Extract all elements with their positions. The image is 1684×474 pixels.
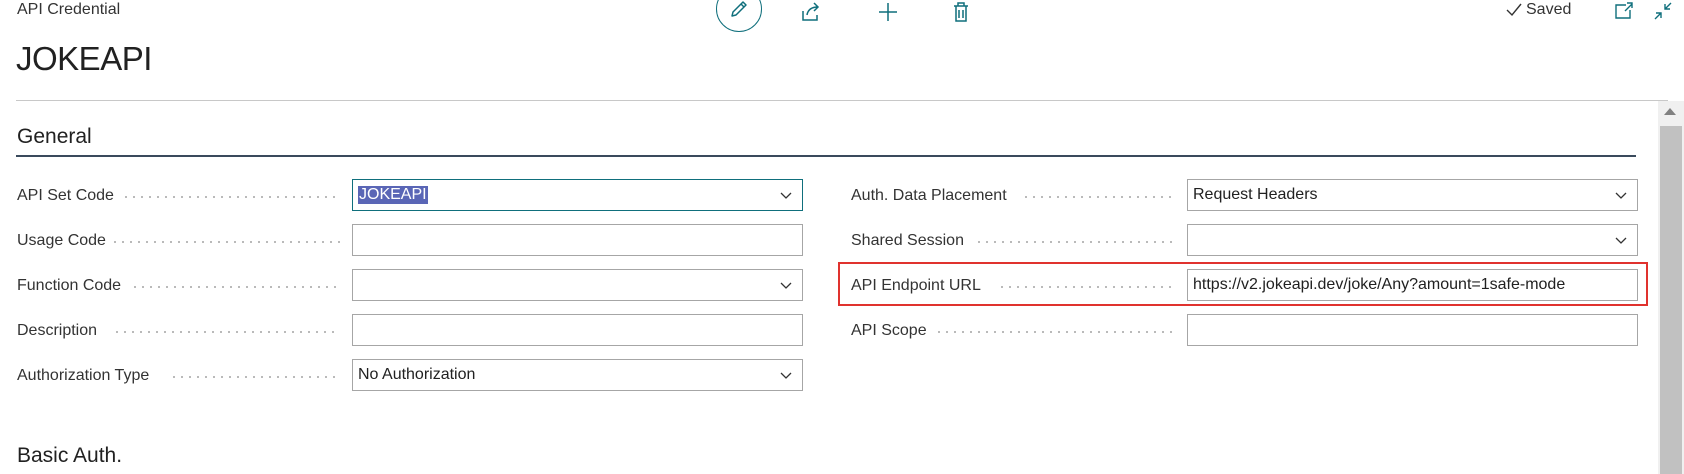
open-new-window-button[interactable] [1613,0,1635,22]
api-set-code-label: API Set Code [17,187,114,204]
section-title-general[interactable]: General [17,125,92,149]
api-endpoint-url-value: https://v2.jokeapi.dev/joke/Any?amount=1… [1193,276,1566,293]
api-set-code-value: JOKEAPI [358,186,428,204]
authorization-type-field[interactable]: No Authorization [352,359,803,391]
authorization-type-label: Authorization Type [17,367,150,384]
chevron-down-icon[interactable] [780,279,792,291]
usage-code-label: Usage Code [17,232,106,249]
share-icon [802,2,820,21]
plus-icon [879,3,897,21]
collapse-button[interactable] [1652,0,1674,22]
saved-status: Saved [1506,1,1571,19]
leader-dots [975,241,1174,243]
collapse-icon [1654,2,1672,20]
api-endpoint-url-label: API Endpoint URL [851,277,981,294]
chevron-down-icon[interactable] [780,369,792,381]
leader-dots [122,196,340,198]
saved-label: Saved [1526,1,1572,18]
trash-icon [954,2,968,22]
auth-data-placement-label: Auth. Data Placement [851,187,1007,204]
api-set-code-field[interactable]: JOKEAPI [352,179,803,211]
share-button[interactable] [799,0,823,24]
scrollbar-thumb[interactable] [1660,126,1682,474]
page-title: JOKEAPI [16,40,152,77]
scroll-up-arrow-icon[interactable] [1664,108,1676,115]
chevron-down-icon[interactable] [1615,234,1627,246]
leader-dots [113,331,340,333]
leader-dots [111,241,340,243]
leader-dots [935,331,1174,333]
new-button[interactable] [876,0,900,24]
api-scope-label: API Scope [851,322,927,339]
open-new-window-icon [1615,2,1633,19]
description-field[interactable] [352,314,803,346]
usage-code-field[interactable] [352,224,803,256]
api-endpoint-url-field[interactable]: https://v2.jokeapi.dev/joke/Any?amount=1… [1187,269,1638,301]
leader-dots [131,286,340,288]
section-title-basic-auth[interactable]: Basic Auth. [17,444,122,468]
entity-label: API Credential [17,1,121,18]
pencil-icon [731,1,747,17]
leader-dots [170,376,340,378]
api-scope-field[interactable] [1187,314,1638,346]
chevron-down-icon[interactable] [780,189,792,201]
chevron-down-icon[interactable] [1615,189,1627,201]
delete-button[interactable] [949,0,973,24]
function-code-label: Function Code [17,277,122,294]
leader-dots [998,286,1174,288]
function-code-field[interactable] [352,269,803,301]
shared-session-field[interactable] [1187,224,1638,256]
header-divider [16,100,1668,101]
section-underline [16,155,1636,157]
auth-data-placement-value: Request Headers [1193,186,1318,203]
description-label: Description [17,322,98,339]
edit-button[interactable] [716,0,762,32]
auth-data-placement-field[interactable]: Request Headers [1187,179,1638,211]
authorization-type-value: No Authorization [358,366,476,383]
leader-dots [1022,196,1174,198]
shared-session-label: Shared Session [851,232,964,249]
checkmark-icon [1506,3,1522,17]
